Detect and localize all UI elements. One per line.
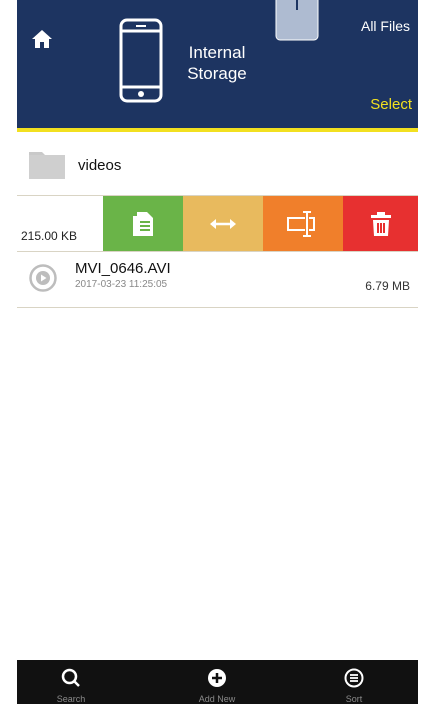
header-accent-line: [17, 128, 418, 132]
folder-dropdown-icon[interactable]: [275, 0, 319, 42]
move-button[interactable]: [183, 196, 263, 251]
copy-button[interactable]: [103, 196, 183, 251]
list-item-folder[interactable]: videos: [17, 136, 418, 196]
file-list: videos 215.00 KB MVI_0646.AVI 2017-03-23…: [17, 136, 418, 308]
item-size: 215.00 KB: [21, 229, 78, 243]
list-item-file[interactable]: MVI_0646.AVI 2017-03-23 11:25:05 6.79 MB: [17, 252, 418, 308]
folder-icon: [28, 150, 66, 180]
sort-list-icon: [344, 668, 364, 688]
tab-search-label: Search: [56, 694, 86, 704]
search-icon: [61, 668, 80, 687]
home-icon[interactable]: [31, 28, 53, 50]
file-name: MVI_0646.AVI: [75, 260, 171, 277]
title-line-1: Internal: [188, 43, 246, 62]
file-size: 6.79 MB: [365, 279, 410, 293]
delete-button[interactable]: [343, 196, 418, 251]
bottom-tab-bar: Search Add New Sort: [17, 660, 418, 704]
tab-search[interactable]: Search: [31, 660, 111, 704]
tab-add-new[interactable]: Add New: [177, 660, 257, 704]
phone-icon: [119, 18, 163, 103]
header-bar: Internal Storage All Files Select: [17, 0, 418, 132]
tab-sort[interactable]: Sort: [314, 660, 394, 704]
list-item-swiped[interactable]: 215.00 KB: [17, 196, 418, 252]
swap-arrows-icon: [210, 218, 236, 229]
document-copy-icon: [133, 211, 153, 236]
trash-icon: [370, 211, 391, 236]
add-circle-icon: [208, 669, 226, 687]
select-button[interactable]: Select: [370, 96, 412, 113]
all-files-button[interactable]: All Files: [361, 18, 410, 34]
title-line-2: Storage: [187, 64, 247, 83]
storage-title: Internal Storage: [185, 42, 249, 84]
folder-name: videos: [78, 157, 122, 174]
tab-add-label: Add New: [198, 694, 236, 704]
file-date: 2017-03-23 11:25:05: [75, 279, 168, 290]
rename-button[interactable]: [263, 196, 343, 251]
tab-sort-label: Sort: [345, 694, 363, 704]
rename-cursor-icon: [287, 210, 315, 237]
play-icon: [29, 264, 57, 292]
